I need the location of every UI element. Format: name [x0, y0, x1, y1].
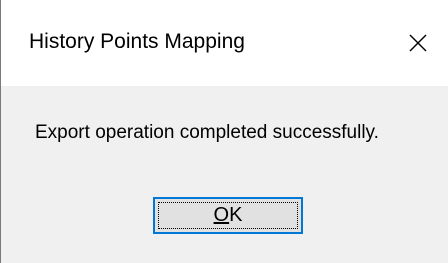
title-bar: History Points Mapping	[1, 0, 448, 86]
ok-button-label: OK	[214, 204, 243, 227]
message-dialog: History Points Mapping Export operation …	[0, 0, 448, 263]
ok-button[interactable]: OK	[153, 197, 303, 234]
ok-label-rest: K	[229, 204, 243, 226]
ok-mnemonic: O	[213, 204, 230, 226]
dialog-message: Export operation completed successfully.	[35, 122, 379, 143]
dialog-title: History Points Mapping	[29, 30, 245, 53]
close-icon	[409, 34, 427, 52]
close-button[interactable]	[388, 0, 448, 86]
